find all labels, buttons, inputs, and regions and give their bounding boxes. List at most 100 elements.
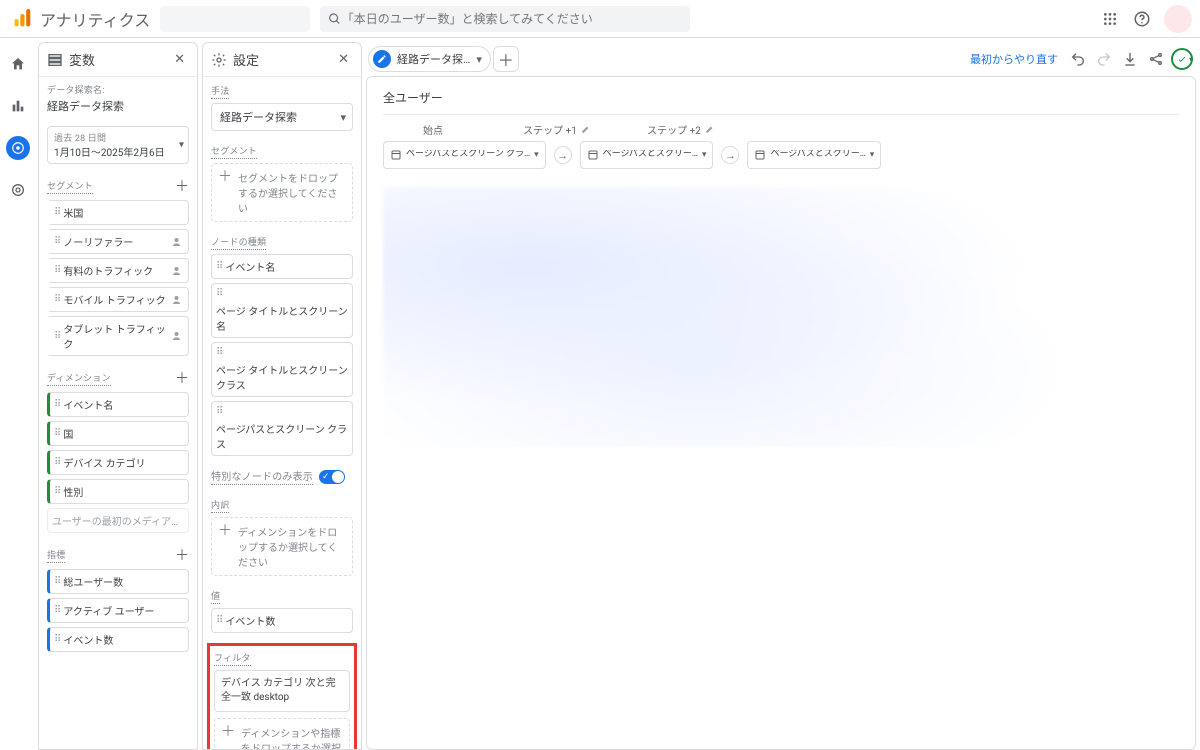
add-tab-button[interactable]: ＋: [493, 46, 519, 72]
select-value: 経路データ探索: [220, 109, 297, 125]
node-type-option[interactable]: ⠿ページ タイトルとスクリーン名: [211, 283, 353, 338]
exploration-tab[interactable]: 経路データ探… ▾: [368, 46, 491, 72]
metric-chip[interactable]: ⠿アクティブ ユーザー: [47, 598, 189, 623]
drag-handle-icon: ⠿: [54, 486, 59, 497]
redo-button[interactable]: [1092, 47, 1116, 71]
variables-panel-close[interactable]: ✕: [170, 48, 189, 71]
segment-chip[interactable]: ⠿ノーリファラー: [47, 229, 189, 254]
search-input[interactable]: [342, 12, 683, 26]
unique-only-toggle[interactable]: [319, 470, 345, 484]
topbar: アナリティクス: [0, 0, 1200, 38]
segment-chip[interactable]: ⠿米国: [47, 200, 189, 225]
metric-chip[interactable]: ⠿イベント数: [47, 627, 189, 652]
drag-handle-icon: ⠿: [216, 261, 221, 272]
exploration-name[interactable]: 経路データ探索: [47, 98, 189, 114]
chip-label: 総ユーザー数: [63, 574, 123, 589]
path-node[interactable]: ページパスとスクリー… ▾: [747, 141, 881, 169]
insights-button[interactable]: ▾: [1170, 47, 1194, 71]
segments-drop-zone[interactable]: ＋ セグメントをドロップするか選択してください: [211, 163, 353, 222]
drag-handle-icon: ⠿: [54, 265, 59, 276]
add-dimension-button[interactable]: ＋: [175, 368, 189, 388]
nav-reports[interactable]: [6, 94, 30, 118]
segment-chip[interactable]: ⠿ モバイル トラフィック: [47, 287, 189, 312]
path-node[interactable]: ページパスとスクリー… ▾: [580, 141, 714, 169]
segments-label: セグメント: [47, 179, 93, 194]
plus-icon: ＋: [221, 725, 235, 739]
download-button[interactable]: [1118, 47, 1142, 71]
chip-label: タブレット トラフィック: [63, 321, 168, 351]
segment-chip[interactable]: ⠿タブレット トラフィック: [47, 316, 189, 356]
drag-handle-icon: ⠿: [54, 399, 59, 410]
nav-advertising[interactable]: [6, 178, 30, 202]
help-icon[interactable]: [1132, 9, 1152, 29]
add-metric-button[interactable]: ＋: [175, 545, 189, 565]
drag-handle-icon: ⠿: [54, 605, 59, 616]
share-button[interactable]: [1144, 47, 1168, 71]
avatar[interactable]: [1164, 5, 1192, 33]
undo-button[interactable]: [1066, 47, 1090, 71]
pencil-icon[interactable]: [581, 124, 591, 134]
chip-label: 国: [63, 426, 73, 441]
path-node[interactable]: ページパスとスクリーン クラ… ▾: [383, 141, 546, 169]
settings-panel-close[interactable]: ✕: [334, 48, 353, 71]
drag-handle-icon: ⠿: [54, 576, 59, 587]
variables-panel-title: 変数: [69, 50, 95, 69]
variables-panel-header: 変数 ✕: [39, 43, 197, 77]
segment-chip[interactable]: ⠿有料のトラフィック: [47, 258, 189, 283]
chip-label: イベント名: [63, 397, 113, 412]
dimension-chip[interactable]: ⠿性別: [47, 479, 189, 504]
add-segment-button[interactable]: ＋: [175, 176, 189, 196]
nav-explore[interactable]: [6, 136, 30, 160]
dimension-chip[interactable]: ⠿国: [47, 421, 189, 446]
drag-handle-icon: ⠿: [216, 347, 221, 358]
node-type-label: ノードの種類: [211, 235, 266, 250]
date-range-picker[interactable]: 過去 28 日間 1月10日～2025年2月6日 ▾: [47, 126, 189, 164]
drag-handle-icon: ⠿: [54, 634, 59, 645]
filter-text: デバイス カテゴリ 次と完全一致 desktop: [221, 678, 336, 703]
dimension-chip[interactable]: ⠿デバイス カテゴリ: [47, 450, 189, 475]
step-label: ステップ +1: [523, 122, 577, 137]
app-title: アナリティクス: [40, 7, 150, 31]
variables-panel: 変数 ✕ データ探索名: 経路データ探索 過去 28 日間 1月10日～2025…: [38, 42, 198, 750]
date-preset: 過去 28 日間: [54, 131, 182, 144]
pencil-icon[interactable]: [705, 124, 715, 134]
page-icon: [587, 149, 599, 161]
canvas-segment-title: 全ユーザー: [383, 89, 1179, 106]
node-type-option[interactable]: ⠿ページパスとスクリーン クラス: [211, 401, 353, 456]
chevron-down-icon: ▾: [870, 150, 875, 160]
segment-type-icon: [172, 330, 184, 342]
node-type-option[interactable]: ⠿イベント名: [211, 254, 353, 279]
settings-panel-header: 設定 ✕: [203, 43, 361, 77]
tab-label: 経路データ探…: [397, 51, 470, 67]
drag-handle-icon: ⠿: [54, 236, 59, 247]
dimension-chip[interactable]: ⠿ イベント名: [47, 392, 189, 417]
chip-label: イベント数: [225, 613, 275, 628]
nav-home[interactable]: [6, 52, 30, 76]
filters-drop-zone[interactable]: ＋ ディメンションや指標をドロップするか選択してください: [214, 718, 350, 749]
filter-item[interactable]: デバイス カテゴリ 次と完全一致 desktop: [214, 670, 350, 712]
node-type-option[interactable]: ⠿ ページ タイトルとスクリーン クラス: [211, 342, 353, 397]
page-icon: [390, 149, 402, 161]
analytics-logo: [12, 9, 32, 29]
chip-label: ページパスとスクリーン クラス: [216, 421, 348, 451]
apps-grid-icon[interactable]: [1100, 9, 1120, 29]
values-label: 値: [211, 589, 220, 604]
breakdown-drop-zone[interactable]: ＋ ディメンションをドロップするか選択してください: [211, 517, 353, 576]
step-label: 始点: [423, 122, 443, 137]
exploration-name-label: データ探索名:: [47, 83, 189, 96]
technique-select[interactable]: 経路データ探索 ▾: [211, 103, 353, 131]
search-field[interactable]: [320, 6, 690, 32]
drag-handle-icon: ⠿: [54, 294, 59, 305]
settings-panel-title: 設定: [233, 50, 259, 69]
reset-link[interactable]: 最初からやり直す: [970, 51, 1058, 67]
chip-label: モバイル トラフィック: [63, 292, 168, 307]
values-chip[interactable]: ⠿イベント数: [211, 608, 353, 633]
account-crumb[interactable]: [160, 6, 310, 32]
chip-label: ページ タイトルとスクリーン クラス: [216, 362, 348, 392]
arrow-right-icon: →: [721, 146, 739, 164]
drag-handle-icon: ⠿: [54, 457, 59, 468]
drop-placeholder: ディメンションや指標をドロップするか選択してください: [241, 725, 343, 749]
settings-panel: 設定 ✕ 手法 経路データ探索 ▾ セグメント ＋ セグメントをドロップするか選…: [202, 42, 362, 750]
metric-chip[interactable]: ⠿ 総ユーザー数: [47, 569, 189, 594]
node-label: ページパスとスクリー…: [770, 150, 865, 160]
